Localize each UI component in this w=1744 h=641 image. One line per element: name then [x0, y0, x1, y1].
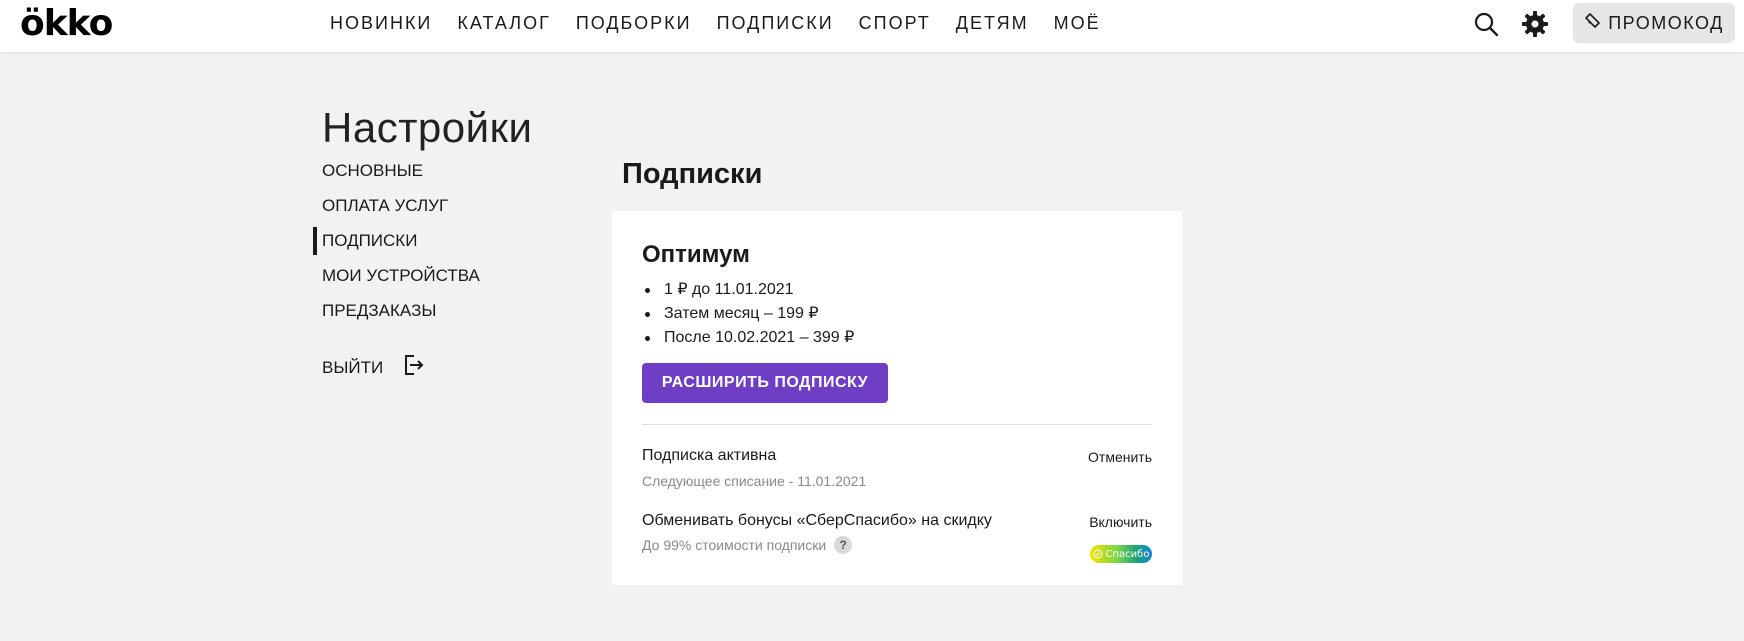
- subscription-status-title: Подписка активна: [642, 447, 777, 464]
- promo-code-label: ПРОМОКОД: [1608, 12, 1724, 33]
- logout-icon: [401, 353, 425, 382]
- nav-item-catalog[interactable]: КАТАЛОГ: [457, 0, 550, 46]
- bonus-discount-text: До 99% стоимости подписки: [642, 537, 827, 553]
- search-icon[interactable]: [1472, 10, 1500, 38]
- main-nav: НОВИНКИ КАТАЛОГ ПОДБОРКИ ПОДПИСКИ СПОРТ …: [330, 0, 1126, 46]
- cancel-subscription-link[interactable]: Отменить: [1088, 449, 1152, 465]
- plan-term: После 10.02.2021 – 399 ₽: [642, 326, 854, 350]
- plan-name: Оптимум: [642, 241, 750, 268]
- next-charge-text: Следующее списание - 11.01.2021: [642, 473, 867, 489]
- settings-item-payment[interactable]: ОПЛАТА УСЛУГ: [322, 195, 480, 230]
- plan-terms: 1 ₽ до 11.01.2021 Затем месяц – 199 ₽ По…: [642, 278, 854, 350]
- logout-label: ВЫЙТИ: [322, 357, 384, 377]
- nav-item-my[interactable]: МОЁ: [1054, 0, 1101, 46]
- upgrade-subscription-button[interactable]: РАСШИРИТЬ ПОДПИСКУ: [642, 363, 888, 403]
- nav-item-novinki[interactable]: НОВИНКИ: [330, 0, 432, 46]
- settings-item-devices[interactable]: МОИ УСТРОЙСТВА: [322, 265, 480, 300]
- plan-term: Затем месяц – 199 ₽: [642, 302, 854, 326]
- page-title: Настройки: [322, 104, 533, 151]
- logout-button[interactable]: ВЫЙТИ: [322, 353, 425, 382]
- okko-logo[interactable]: ökko: [20, 6, 113, 42]
- plan-term: 1 ₽ до 11.01.2021: [642, 278, 854, 302]
- spasibo-logo: Спасибо: [1090, 545, 1152, 563]
- spasibo-logo-text: Спасибо: [1105, 548, 1150, 560]
- nav-item-kids[interactable]: ДЕТЯМ: [956, 0, 1029, 46]
- settings-item-preorders[interactable]: ПРЕДЗАКАЗЫ: [322, 300, 480, 335]
- nav-item-sport[interactable]: СПОРТ: [859, 0, 931, 46]
- subscription-card: Оптимум 1 ₽ до 11.01.2021 Затем месяц – …: [612, 211, 1182, 585]
- section-title: Подписки: [622, 158, 763, 190]
- settings-menu: ОСНОВНЫЕ ОПЛАТА УСЛУГ ПОДПИСКИ МОИ УСТРО…: [313, 160, 480, 335]
- nav-item-podborki[interactable]: ПОДБОРКИ: [576, 0, 692, 46]
- bonus-exchange-title: Обменивать бонусы «СберСпасибо» на скидк…: [642, 512, 992, 529]
- check-icon: [1093, 549, 1103, 559]
- top-header: ökko НОВИНКИ КАТАЛОГ ПОДБОРКИ ПОДПИСКИ С…: [0, 0, 1744, 52]
- help-icon[interactable]: ?: [834, 536, 853, 554]
- gear-icon[interactable]: [1521, 10, 1549, 38]
- promo-code-button[interactable]: ПРОМОКОД: [1573, 3, 1735, 43]
- nav-item-subscriptions[interactable]: ПОДПИСКИ: [717, 0, 834, 46]
- enable-bonus-link[interactable]: Включить: [1089, 514, 1152, 530]
- divider: [642, 424, 1152, 425]
- ticket-icon: [1584, 12, 1602, 35]
- settings-item-subscriptions[interactable]: ПОДПИСКИ: [313, 227, 480, 265]
- subscription-status-subtitle: Следующее списание - 11.01.2021: [642, 473, 866, 489]
- settings-item-general[interactable]: ОСНОВНЫЕ: [322, 160, 480, 195]
- bonus-exchange-subtitle: До 99% стоимости подписки ?: [642, 536, 853, 554]
